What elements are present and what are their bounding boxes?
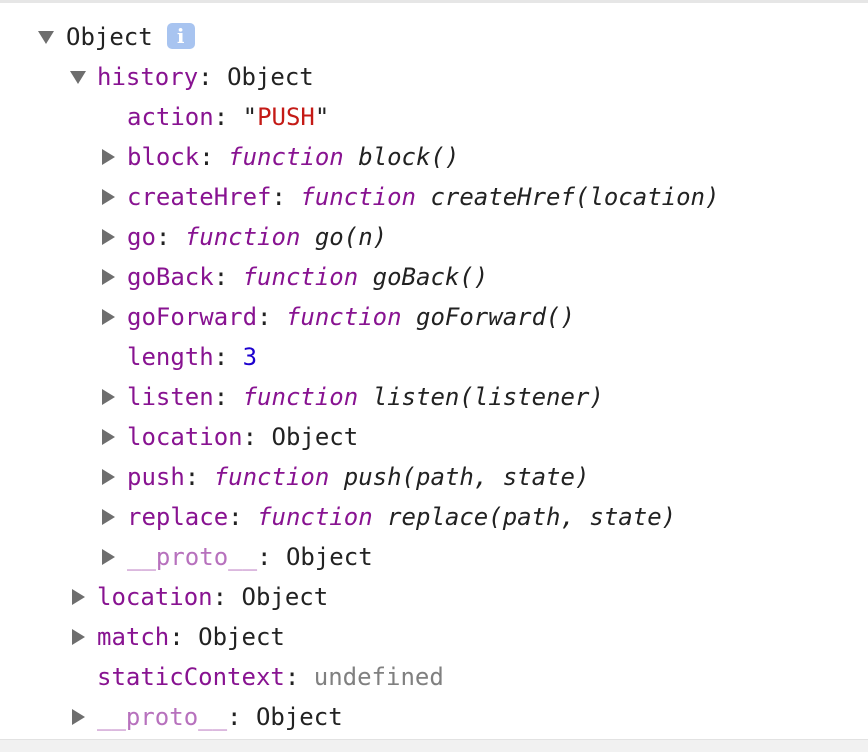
property-key: match (97, 623, 170, 651)
collapsed-triangle-icon[interactable] (102, 189, 115, 205)
property-key: block (127, 143, 200, 171)
row-text: goBack: function goBack() (127, 257, 488, 297)
property-value: Object (285, 543, 373, 571)
function-signature: go(n) (314, 223, 388, 251)
row-text: __proto__: Object (127, 537, 373, 577)
collapsed-triangle-icon[interactable] (72, 589, 85, 605)
separator: : (213, 383, 229, 411)
row-text: location: Object (97, 577, 328, 617)
separator: : (198, 63, 213, 91)
function-signature: replace(path, state) (387, 503, 677, 531)
row-text: goForward: function goForward() (127, 297, 575, 337)
property-key: location (127, 423, 243, 451)
separator: : (228, 503, 243, 531)
collapsed-triangle-icon[interactable] (102, 509, 115, 525)
function-keyword: function (285, 303, 402, 331)
function-signature: goForward() (416, 303, 575, 331)
collapsed-triangle-icon[interactable] (102, 269, 115, 285)
collapsed-triangle-icon[interactable] (102, 149, 115, 165)
property-value: Object (227, 63, 314, 91)
root-label-wrap: Object i (66, 17, 195, 57)
property-key: __proto__ (127, 543, 258, 571)
separator: : (184, 463, 200, 491)
property-key: staticContext (97, 663, 285, 691)
tree-row-history-length[interactable]: length: 3 (127, 337, 257, 377)
separator: : (199, 143, 214, 171)
property-value: Object (255, 703, 343, 731)
tree-row-staticcontext[interactable]: staticContext: undefined (97, 657, 444, 697)
separator: : (213, 103, 229, 131)
property-key: go (127, 223, 156, 251)
function-keyword: function (213, 463, 330, 491)
property-value: Object (241, 583, 329, 611)
collapsed-triangle-icon[interactable] (102, 429, 115, 445)
collapsed-triangle-icon[interactable] (102, 389, 115, 405)
row-text: block: function block() (127, 137, 459, 177)
function-signature: block() (358, 143, 460, 171)
collapsed-triangle-icon[interactable] (102, 229, 115, 245)
separator: : (284, 663, 300, 691)
property-key: location (97, 583, 213, 611)
function-signature: createHref(location) (430, 183, 720, 211)
separator: : (271, 183, 286, 211)
collapsed-triangle-icon[interactable] (72, 629, 85, 645)
property-key: history (97, 63, 199, 91)
function-keyword: function (257, 503, 373, 531)
separator: : (213, 263, 229, 291)
collapsed-triangle-icon[interactable] (102, 309, 115, 325)
function-keyword: function (228, 143, 344, 171)
row-text: go: function go(n) (127, 217, 387, 257)
separator: : (257, 303, 272, 331)
bottom-border (0, 739, 868, 752)
property-key: replace (127, 503, 229, 531)
function-keyword: function (184, 223, 301, 251)
row-text: match: Object (97, 617, 285, 657)
row-text: __proto__: Object (97, 697, 343, 737)
function-signature: listen(listener) (372, 383, 604, 411)
row-text: history: Object (97, 57, 314, 97)
property-value: Object (271, 423, 359, 451)
separator: : (242, 423, 258, 451)
quote-open: " (242, 103, 258, 131)
property-key: createHref (127, 183, 272, 211)
separator: : (227, 703, 242, 731)
function-keyword: function (300, 183, 416, 211)
collapsed-triangle-icon[interactable] (102, 469, 115, 485)
number-value: 3 (242, 343, 258, 371)
separator: : (212, 583, 228, 611)
property-value: Object (198, 623, 285, 651)
row-text: push: function push(path, state) (127, 457, 589, 497)
property-key: length (127, 343, 214, 371)
separator: : (257, 543, 272, 571)
separator: : (169, 623, 184, 651)
collapsed-triangle-icon[interactable] (102, 549, 115, 565)
row-text: listen: function listen(listener) (127, 377, 604, 417)
function-keyword: function (242, 263, 359, 291)
info-icon[interactable]: i (166, 23, 195, 49)
property-key: goForward (127, 303, 258, 331)
root-label: Object (66, 23, 153, 51)
row-text: location: Object (127, 417, 358, 457)
property-key: listen (127, 383, 214, 411)
tree-row-history-action[interactable]: action: "PUSH" (127, 97, 329, 137)
expanded-triangle-icon[interactable] (38, 31, 54, 44)
property-key: push (127, 463, 185, 491)
top-border (0, 0, 868, 3)
collapsed-triangle-icon[interactable] (72, 709, 85, 725)
row-text: createHref: function createHref(location… (127, 177, 719, 217)
expanded-triangle-icon[interactable] (70, 71, 86, 84)
row-text: replace: function replace(path, state) (127, 497, 676, 537)
function-signature: goBack() (372, 263, 489, 291)
function-keyword: function (242, 383, 359, 411)
string-value: PUSH (257, 103, 315, 131)
undefined-value: undefined (313, 663, 444, 691)
separator: : (155, 223, 171, 251)
property-key: goBack (127, 263, 214, 291)
separator: : (213, 343, 229, 371)
quote-close: " (314, 103, 330, 131)
property-key: action (127, 103, 214, 131)
property-key: __proto__ (97, 703, 228, 731)
function-signature: push(path, state) (343, 463, 590, 491)
